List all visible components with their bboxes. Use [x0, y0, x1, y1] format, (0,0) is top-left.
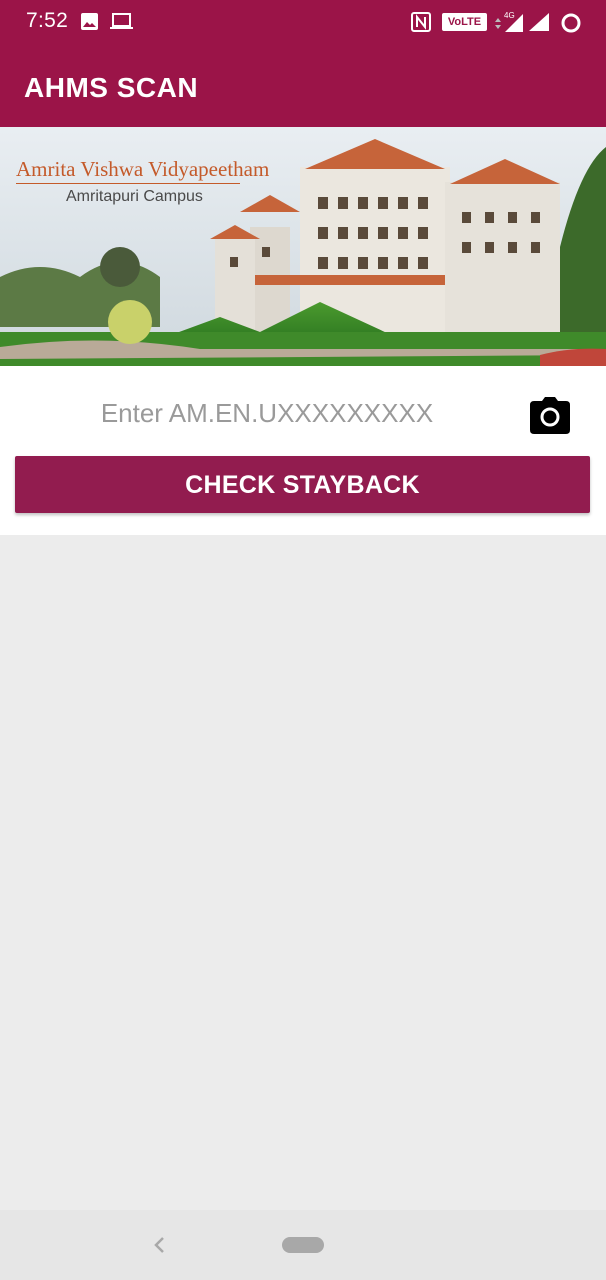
status-time: 7:52 — [26, 9, 69, 32]
signal-4g-icon: 4G — [493, 10, 525, 39]
system-nav-bar — [0, 1210, 606, 1280]
laptop-icon — [110, 12, 133, 36]
banner-divider — [16, 183, 240, 184]
back-icon[interactable] — [148, 1232, 172, 1258]
scan-form-panel: CHECK STAYBACK — [0, 366, 606, 535]
nfc-icon — [411, 12, 431, 37]
camera-icon[interactable] — [528, 396, 572, 436]
banner-title: Amrita Vishwa Vidyapeetham — [16, 157, 270, 181]
app-title: AHMS SCAN — [24, 72, 199, 103]
app-bar: AHMS SCAN — [0, 46, 606, 127]
image-icon — [80, 12, 99, 36]
battery-icon — [560, 12, 582, 39]
banner-subtitle: Amritapuri Campus — [66, 188, 203, 205]
check-stayback-button[interactable]: CHECK STAYBACK — [15, 456, 590, 513]
volte-icon: VoLTE — [442, 13, 487, 31]
status-bar: 7:52 VoLTE 4G — [0, 0, 606, 46]
signal-icon — [528, 12, 550, 37]
home-pill-icon[interactable] — [282, 1237, 324, 1253]
svg-text:4G: 4G — [504, 11, 515, 20]
roll-number-input[interactable] — [30, 390, 504, 436]
